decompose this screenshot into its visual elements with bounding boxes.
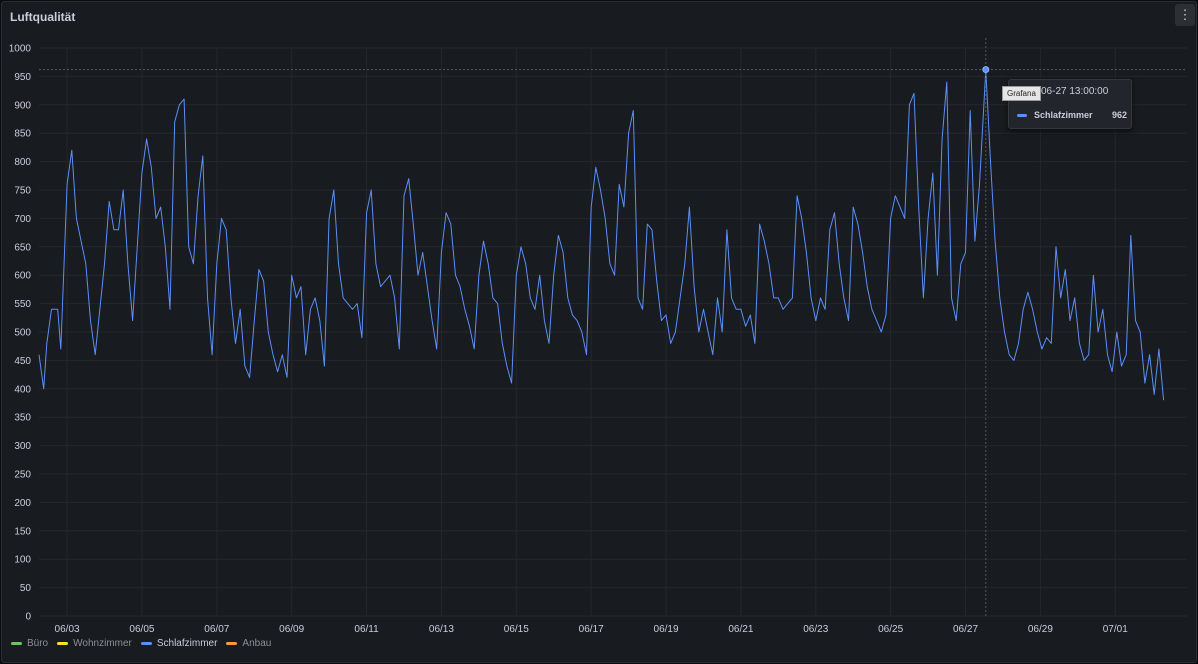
- legend-label: Wohnzimmer: [73, 638, 132, 649]
- legend-item-wohnzimmer[interactable]: Wohnzimmer: [57, 638, 132, 649]
- y-tick-label: 650: [14, 242, 31, 253]
- y-tick-label: 200: [14, 498, 31, 509]
- x-tick-label: 06/07: [204, 624, 229, 635]
- y-tick-label: 850: [14, 129, 31, 140]
- y-tick-label: 600: [14, 271, 31, 282]
- x-tick-label: 06/15: [504, 624, 529, 635]
- x-tick-label: 06/25: [878, 624, 903, 635]
- x-tick-label: 06/17: [579, 624, 604, 635]
- y-tick-label: 100: [14, 555, 31, 566]
- tooltip-series-swatch: [1017, 113, 1027, 117]
- hover-point: [982, 66, 990, 74]
- tooltip-value: 962: [1111, 110, 1127, 120]
- y-tick-label: 350: [14, 413, 31, 424]
- tooltip-series-name: Schlafzimmer: [1034, 110, 1093, 120]
- legend-label: Anbau: [242, 638, 272, 649]
- x-tick-label: 07/01: [1103, 624, 1128, 635]
- y-tick-label: 800: [14, 157, 31, 168]
- y-tick-label: 150: [14, 526, 31, 537]
- x-tick-label: 06/23: [803, 624, 828, 635]
- y-tick-label: 450: [14, 356, 31, 367]
- legend-swatch: [226, 642, 238, 645]
- x-tick-label: 06/27: [953, 624, 978, 635]
- x-tick-label: 06/03: [55, 624, 80, 635]
- y-tick-label: 1000: [9, 44, 32, 55]
- y-tick-label: 900: [14, 100, 31, 111]
- legend-swatch: [140, 642, 152, 645]
- legend: Büro Wohnzimmer Schlafzimmer Anbau: [11, 638, 271, 649]
- legend-item-anbau[interactable]: Anbau: [226, 638, 271, 649]
- x-tick-label: 06/29: [1028, 624, 1053, 635]
- x-tick-label: 06/13: [429, 624, 454, 635]
- x-tick-label: 06/19: [654, 624, 679, 635]
- y-tick-label: 300: [14, 441, 31, 452]
- legend-label: Büro: [27, 638, 49, 649]
- legend-item-büro[interactable]: Büro: [11, 638, 48, 649]
- legend-swatch: [11, 642, 22, 645]
- x-tick-label: 06/11: [354, 624, 379, 635]
- y-tick-label: 500: [14, 328, 31, 339]
- y-tick-label: 250: [14, 470, 31, 481]
- tooltip-row: Schlafzimmer 962: [1017, 110, 1127, 120]
- legend-item-schlafzimmer[interactable]: Schlafzimmer: [140, 638, 218, 649]
- x-tick-label: 06/21: [728, 624, 753, 635]
- y-tick-label: 750: [14, 186, 31, 197]
- y-tick-label: 50: [20, 583, 32, 594]
- y-tick-label: 0: [25, 612, 31, 623]
- y-tick-label: 950: [14, 72, 31, 83]
- tooltip-time: 06-27 13:00:00: [1041, 86, 1109, 97]
- series-line-schlafzimmer[interactable]: [38, 69, 1165, 401]
- x-tick-label: 06/05: [129, 624, 154, 635]
- x-tick-label: 06/09: [279, 624, 304, 635]
- y-tick-label: 550: [14, 299, 31, 310]
- legend-swatch: [57, 642, 69, 645]
- grafana-badge: Grafana: [1002, 86, 1041, 101]
- y-tick-label: 700: [14, 214, 31, 225]
- legend-label: Schlafzimmer: [156, 638, 218, 649]
- y-tick-label: 400: [14, 384, 31, 395]
